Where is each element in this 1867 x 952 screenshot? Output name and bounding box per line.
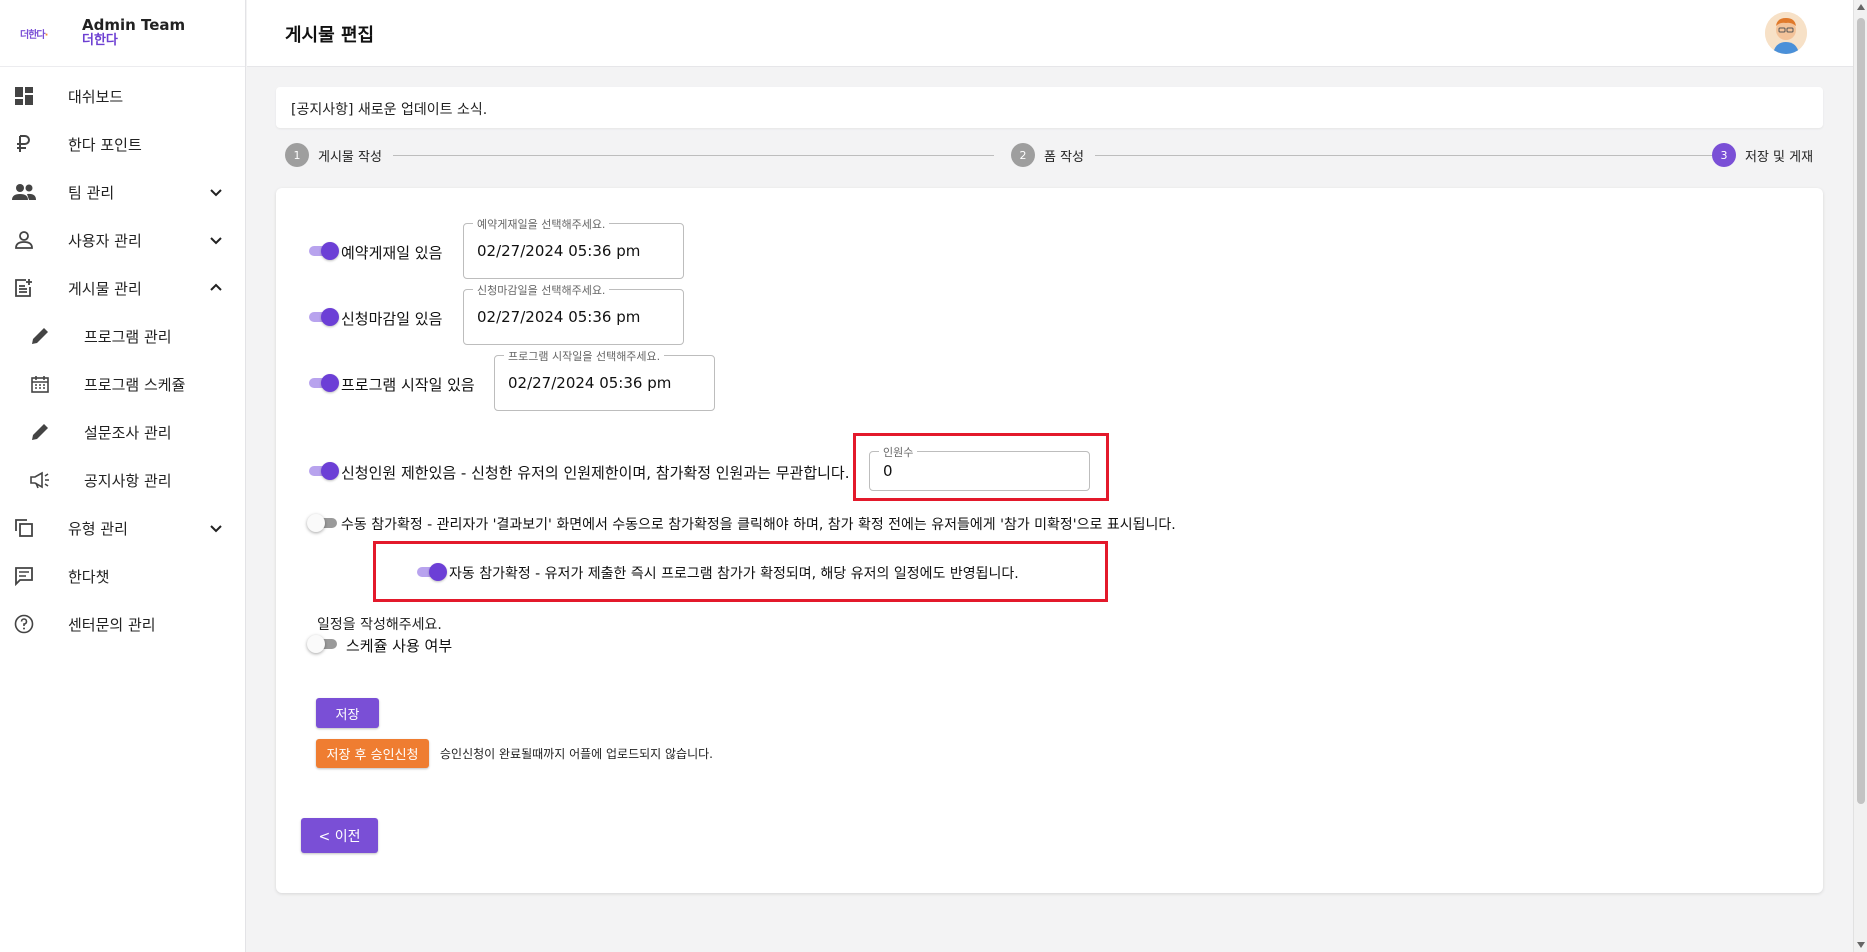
people-icon	[12, 180, 36, 204]
scroll-thumb[interactable]	[1857, 18, 1865, 804]
step-label: 폼 작성	[1044, 149, 1085, 165]
program-start-date-legend: 프로그램 시작일을 선택해주세요.	[504, 348, 665, 364]
auto-confirm-toggle[interactable]	[415, 563, 447, 581]
chat-icon	[12, 564, 36, 588]
deadline-date-field[interactable]: 신청마감일을 선택해주세요. 02/27/2024 05:36 pm	[463, 282, 684, 345]
pencil-icon	[28, 420, 52, 444]
sidebar-item-program-schedule[interactable]: 프로그램 스케쥴	[0, 360, 245, 408]
megaphone-icon	[28, 468, 52, 492]
sidebar-item-chat[interactable]: 한다챗	[0, 552, 245, 600]
chevron-down-icon[interactable]	[207, 519, 225, 537]
sidebar-item-notice[interactable]: 공지사항 관리	[0, 456, 245, 504]
pencil-icon	[28, 324, 52, 348]
sidebar-item-posts[interactable]: 게시물 관리	[0, 264, 245, 312]
sidebar-item-dashboard[interactable]: 대쉬보드	[0, 72, 245, 120]
applicant-limit-toggle[interactable]	[307, 462, 339, 480]
sidebar: 더한다· Admin Team 더한다 대쉬보드 한다 포인트 팀 관리 사용자…	[0, 0, 246, 952]
step-1[interactable]: 1 게시물 작성	[285, 143, 382, 167]
sidebar-item-type[interactable]: 유형 관리	[0, 504, 245, 552]
chevron-down-icon[interactable]	[207, 183, 225, 201]
step-connector	[393, 155, 994, 156]
copy-icon	[12, 516, 36, 540]
step-connector	[1095, 155, 1715, 156]
top-header: 게시물 편집	[247, 0, 1853, 67]
step-label: 저장 및 게재	[1745, 149, 1814, 165]
sidebar-item-program[interactable]: 프로그램 관리	[0, 312, 245, 360]
step-number: 2	[1011, 143, 1035, 167]
reserve-date-field[interactable]: 예약게재일을 선택해주세요. 02/27/2024 05:36 pm	[463, 216, 684, 279]
deadline-label: 신청마감일 있음	[341, 310, 443, 328]
save-and-request-approval-button[interactable]: 저장 후 승인신청	[316, 739, 429, 768]
program-start-date-field[interactable]: 프로그램 시작일을 선택해주세요. 02/27/2024 05:36 pm	[494, 348, 715, 411]
step-3[interactable]: 3 저장 및 게재	[1712, 143, 1813, 167]
applicant-count-value: 0	[883, 462, 893, 480]
sidebar-item-survey[interactable]: 설문조사 관리	[0, 408, 245, 456]
step-number: 1	[285, 143, 309, 167]
step-2[interactable]: 2 폼 작성	[1011, 143, 1084, 167]
post-title: [공지사항] 새로운 업데이트 소식.	[291, 102, 488, 118]
step-label: 게시물 작성	[318, 149, 382, 165]
approval-note: 승인신청이 완료될때까지 어플에 업로드되지 않습니다.	[440, 747, 713, 761]
settings-card: 예약게재일 있음 예약게재일을 선택해주세요. 02/27/2024 05:36…	[276, 188, 1823, 893]
reserve-date-legend: 예약게재일을 선택해주세요.	[473, 216, 610, 232]
program-start-label: 프로그램 시작일 있음	[341, 376, 475, 394]
schedule-hint: 일정을 작성해주세요.	[317, 617, 442, 633]
applicant-limit-label: 신청인원 제한있음 - 신청한 유저의 인원제한이며, 참가확정 인원과는 무관…	[341, 464, 850, 482]
brand-subtitle: 더한다	[82, 33, 118, 48]
dashboard-icon	[12, 84, 36, 108]
deadline-date-value: 02/27/2024 05:36 pm	[477, 308, 641, 326]
brand-logo: 더한다·	[20, 29, 48, 41]
save-button[interactable]: 저장	[316, 698, 379, 728]
program-start-toggle[interactable]	[307, 374, 339, 392]
brand-title: Admin Team	[82, 16, 186, 34]
manual-confirm-label: 수동 참가확정 - 관리자가 '결과보기' 화면에서 수동으로 참가확정을 클릭…	[341, 517, 1176, 533]
page-title: 게시물 편집	[285, 25, 375, 46]
ruble-icon	[12, 132, 36, 156]
program-start-date-value: 02/27/2024 05:36 pm	[508, 374, 672, 392]
sidebar-item-handa-point[interactable]: 한다 포인트	[0, 120, 245, 168]
step-number: 3	[1712, 143, 1736, 167]
prev-button[interactable]: < 이전	[301, 818, 378, 853]
sidebar-item-users[interactable]: 사용자 관리	[0, 216, 245, 264]
person-icon	[12, 228, 36, 252]
chevron-down-icon[interactable]	[207, 231, 225, 249]
stepper: 1 게시물 작성 2 폼 작성 3 저장 및 게재	[285, 143, 1815, 167]
schedule-toggle[interactable]	[307, 635, 339, 653]
manual-confirm-toggle[interactable]	[307, 514, 339, 532]
applicant-count-legend: 인원수	[879, 444, 918, 460]
deadline-toggle[interactable]	[307, 308, 339, 326]
schedule-label: 스케쥴 사용 여부	[346, 637, 453, 655]
deadline-date-legend: 신청마감일을 선택해주세요.	[473, 282, 610, 298]
reserve-label: 예약게재일 있음	[341, 244, 443, 262]
scrollbar[interactable]	[1853, 0, 1867, 952]
sidebar-item-team[interactable]: 팀 관리	[0, 168, 245, 216]
brand[interactable]: 더한다· Admin Team 더한다	[0, 0, 245, 67]
scroll-up-arrow-icon[interactable]	[1857, 4, 1865, 10]
calendar-icon	[28, 372, 52, 396]
sidebar-menu: 대쉬보드 한다 포인트 팀 관리 사용자 관리 게시물 관리 프로그램 관리 프…	[0, 67, 245, 648]
sidebar-item-center-inquiry[interactable]: 센터문의 관리	[0, 600, 245, 648]
post-title-bar: [공지사항] 새로운 업데이트 소식.	[276, 87, 1823, 128]
applicant-count-field[interactable]: 인원수 0	[869, 444, 1090, 491]
help-icon	[12, 612, 36, 636]
auto-confirm-label: 자동 참가확정 - 유저가 제출한 즉시 프로그램 참가가 확정되며, 해당 유…	[449, 566, 1019, 582]
avatar[interactable]	[1765, 12, 1807, 54]
reserve-date-value: 02/27/2024 05:36 pm	[477, 242, 641, 260]
scroll-down-arrow-icon[interactable]	[1857, 942, 1865, 948]
post-add-icon	[12, 276, 36, 300]
chevron-up-icon[interactable]	[207, 279, 225, 297]
reserve-toggle[interactable]	[307, 242, 339, 260]
